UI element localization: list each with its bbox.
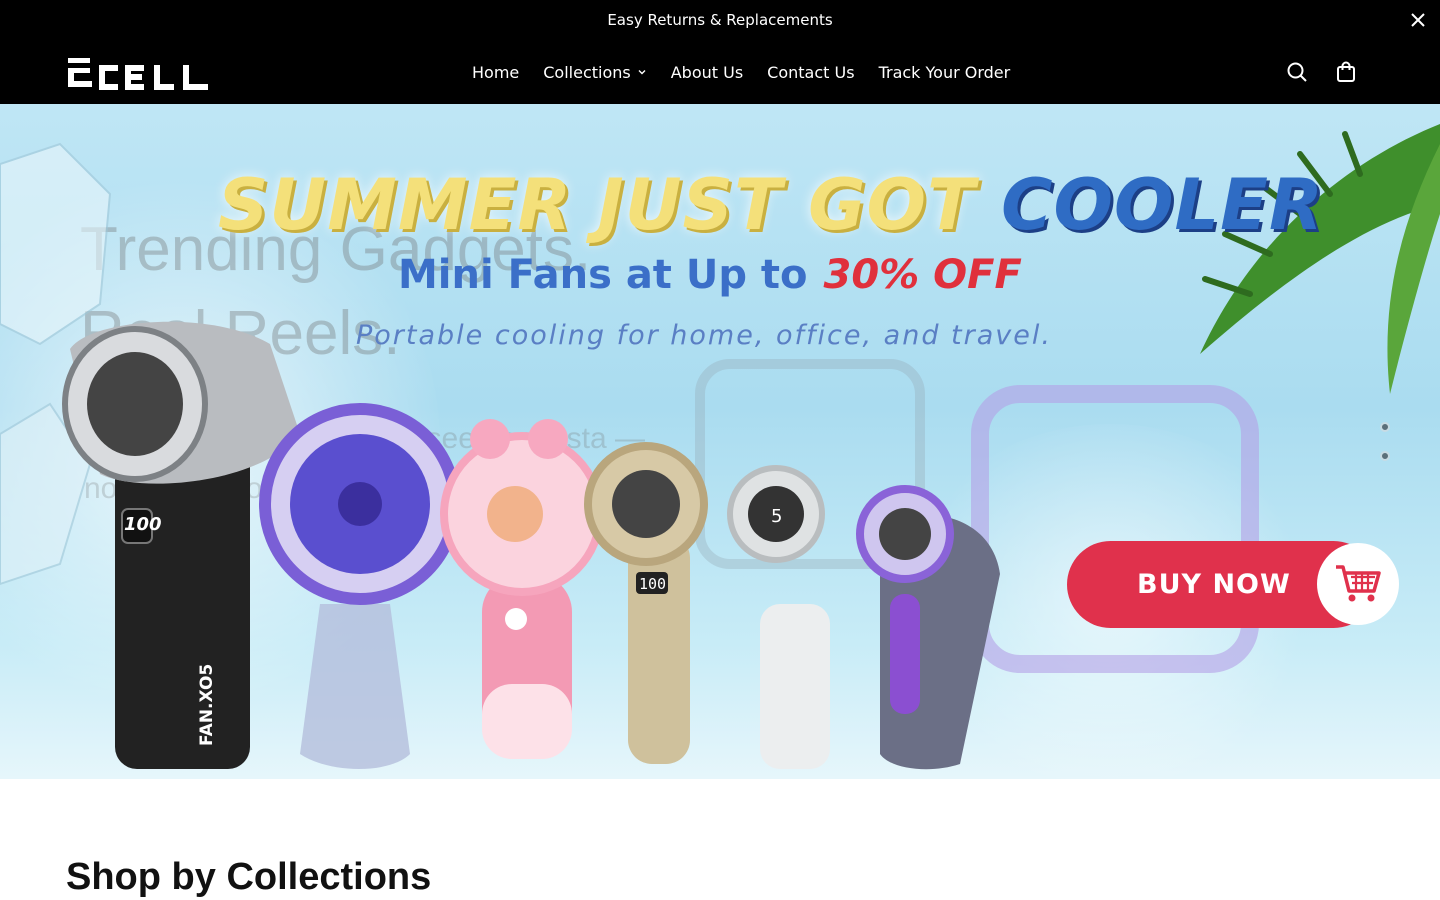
hero-banner[interactable]: Trending Gadgets. Real Reels. Discover p… bbox=[0, 104, 1440, 779]
section-title: Shop by Collections bbox=[66, 856, 432, 898]
chevron-down-icon bbox=[638, 70, 646, 75]
shopping-cart-icon bbox=[1336, 565, 1381, 602]
buy-now-button[interactable]: BUY NOW bbox=[1067, 541, 1399, 628]
slider-dot-2[interactable] bbox=[1380, 451, 1390, 461]
main-nav: Home Collections About Us Contact Us Tra… bbox=[472, 40, 1010, 104]
close-icon[interactable] bbox=[1408, 10, 1428, 30]
hero-product-labels: 100 FAN.XO5 100 5 bbox=[124, 506, 782, 746]
announcement-text: Easy Returns & Replacements bbox=[607, 11, 833, 29]
fan-display-black: 100 bbox=[124, 514, 162, 535]
nav-track-order[interactable]: Track Your Order bbox=[879, 63, 1011, 82]
fan-display-white: 5 bbox=[771, 506, 782, 527]
site-header: Home Collections About Us Contact Us Tra… bbox=[0, 40, 1440, 104]
cart-badge bbox=[1317, 543, 1399, 625]
nav-about-us[interactable]: About Us bbox=[671, 63, 743, 82]
shopping-bag-icon[interactable] bbox=[1334, 60, 1358, 84]
fan-model-label: FAN.XO5 bbox=[197, 664, 217, 746]
nav-collections-label: Collections bbox=[543, 62, 631, 82]
nav-collections[interactable]: Collections bbox=[543, 63, 646, 82]
slider-dots bbox=[1380, 422, 1390, 480]
buy-now-label: BUY NOW bbox=[1137, 569, 1291, 600]
fan-display-gold: 100 bbox=[639, 575, 666, 593]
announcement-bar: Easy Returns & Replacements bbox=[0, 0, 1440, 40]
search-icon[interactable] bbox=[1285, 60, 1309, 84]
brand-logo[interactable] bbox=[66, 54, 210, 90]
nav-home[interactable]: Home bbox=[472, 63, 519, 82]
nav-contact-us[interactable]: Contact Us bbox=[767, 63, 854, 82]
slider-dot-1[interactable] bbox=[1380, 422, 1390, 432]
